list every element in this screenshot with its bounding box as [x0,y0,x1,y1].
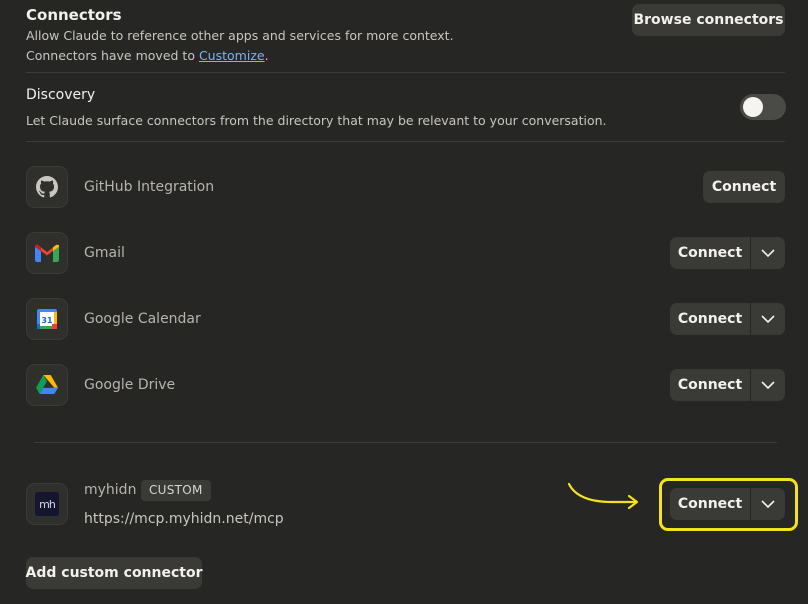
drive-options-button[interactable] [751,369,785,401]
gmail-connect-button[interactable]: Connect [670,237,751,269]
drive-connect-split: Connect [670,369,785,401]
chevron-down-icon [761,381,775,389]
github-icon [26,166,68,208]
google-drive-icon [26,364,68,406]
discovery-title: Discovery [26,87,96,103]
google-calendar-icon: 31 [26,298,68,340]
custom-connect-button[interactable]: Connect [670,488,751,520]
custom-connector-name: myhidn [84,482,137,498]
page-title: Connectors [26,6,122,24]
moved-suffix: . [264,48,269,63]
calendar-connect-button[interactable]: Connect [670,303,751,335]
github-connect-button[interactable]: Connect [703,171,785,203]
gmail-options-button[interactable] [751,237,785,269]
chevron-down-icon [761,500,775,508]
custom-badge: CUSTOM [141,480,211,501]
divider [26,141,785,142]
chevron-down-icon [761,315,775,323]
arrow-annotation-icon [567,482,639,510]
calendar-day: 31 [41,316,53,325]
add-custom-connector-button[interactable]: Add custom connector [26,557,203,589]
myhidn-logo-text: mh [35,492,59,516]
connector-name-github: GitHub Integration [84,179,215,195]
discovery-toggle[interactable] [740,94,786,120]
connector-name-google-drive: Google Drive [84,377,176,393]
custom-options-button[interactable] [751,488,785,520]
connector-name-gmail: Gmail [84,245,125,261]
calendar-options-button[interactable] [751,303,785,335]
browse-connectors-button[interactable]: Browse connectors [632,4,785,36]
toggle-knob [743,97,763,117]
calendar-connect-split: Connect [670,303,785,335]
customize-link[interactable]: Customize [199,48,265,63]
myhidn-logo: mh [26,483,68,525]
custom-connect-split: Connect [670,488,785,520]
custom-connector-url: https://mcp.myhidn.net/mcp [84,511,284,527]
discovery-description: Let Claude surface connectors from the d… [26,113,607,128]
gmail-icon [26,232,68,274]
chevron-down-icon [761,249,775,257]
drive-connect-button[interactable]: Connect [670,369,751,401]
moved-prefix: Connectors have moved to [26,48,199,63]
gmail-connect-split: Connect [670,237,785,269]
divider [34,442,777,443]
divider [26,72,785,73]
connector-name-google-calendar: Google Calendar [84,311,201,327]
connectors-description: Allow Claude to reference other apps and… [26,28,454,43]
moved-notice: Connectors have moved to Customize. [26,47,269,65]
